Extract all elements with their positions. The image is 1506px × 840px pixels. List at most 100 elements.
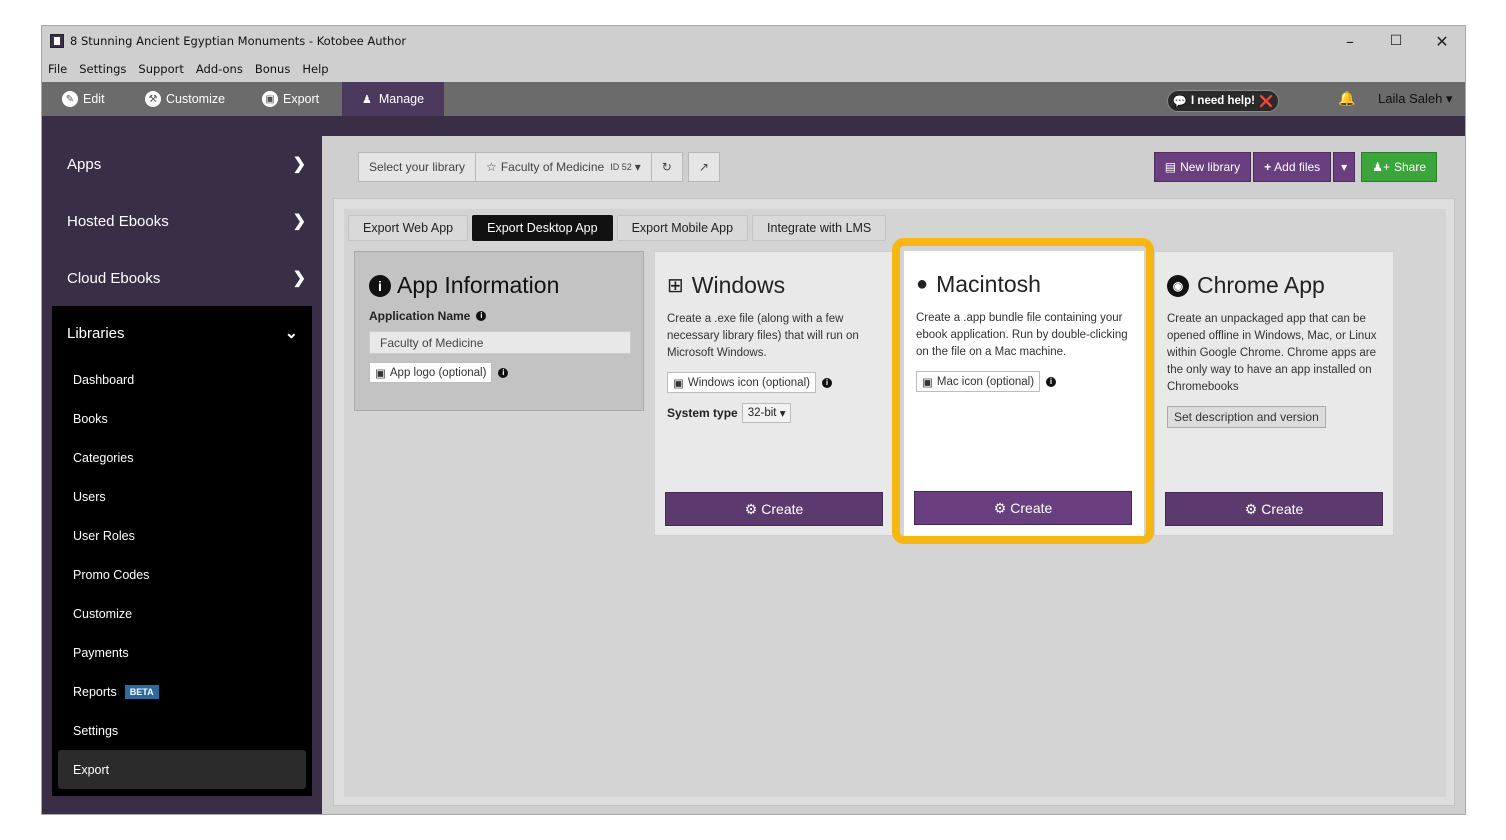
windows-card: ⊞ Windows Create a .exe file (along with… — [654, 251, 894, 536]
info-icon[interactable]: i — [498, 367, 509, 378]
chrome-icon: ◉ — [1167, 274, 1189, 297]
library-actions: ▤ New library + Add files ▾ ♟+ Share — [1153, 152, 1437, 182]
tab-integrate-lms[interactable]: Integrate with LMS — [752, 215, 887, 241]
library-id: ID 52 — [610, 162, 632, 172]
library-dropdown[interactable]: ☆ Faculty of Medicine ID 52 ▾ — [475, 152, 652, 182]
user-plus-icon: ♟+ — [1372, 160, 1390, 174]
sidebar-item-user-roles[interactable]: User Roles — [52, 516, 312, 555]
app-logo-icon — [50, 34, 64, 48]
menu-support[interactable]: Support — [138, 62, 183, 76]
refresh-button[interactable]: ↻ — [650, 152, 683, 182]
app-logo-button[interactable]: ▣ App logo (optional) — [369, 362, 493, 383]
plus-icon: + — [1264, 160, 1272, 174]
add-files-button[interactable]: + Add files — [1253, 152, 1332, 182]
chat-icon: 💬 — [1172, 96, 1188, 108]
caret-down-icon: ▾ — [1445, 91, 1453, 106]
sidebar-item-categories[interactable]: Categories — [52, 438, 312, 477]
new-library-label: New library — [1180, 160, 1241, 174]
set-description-button[interactable]: Set description and version — [1167, 406, 1326, 428]
chrome-description: Create an unpackaged app that can be ope… — [1167, 313, 1377, 393]
chrome-title: Chrome App — [1197, 272, 1325, 298]
application-name-input[interactable] — [369, 331, 631, 354]
windows-heading: ⊞ Windows — [667, 272, 881, 299]
app-information-heading: i App Information — [369, 272, 629, 299]
archive-icon: ▤ — [1164, 160, 1177, 174]
window-controls: – ☐ ✕ — [1327, 26, 1465, 56]
info-icon: i — [369, 274, 391, 297]
tab-customize-label: Customize — [166, 92, 226, 106]
chrome-heading: ◉ Chrome App — [1167, 272, 1381, 299]
tab-export[interactable]: ▣ Export — [262, 82, 319, 116]
tab-manage[interactable]: ♟ Manage — [342, 82, 445, 116]
caret-down-icon: ▾ — [1341, 160, 1348, 174]
info-icon[interactable]: i — [821, 377, 832, 388]
select-library-label: Select your library — [358, 152, 477, 182]
system-type-row: System type 32-bit ▾ — [667, 403, 881, 423]
system-type-value: 32-bit — [747, 407, 777, 419]
add-files-dropdown[interactable]: ▾ — [1333, 152, 1356, 182]
sidebar-item-customize[interactable]: Customize — [52, 594, 312, 633]
share-button[interactable]: ♟+ Share — [1361, 152, 1437, 182]
header-strip — [42, 116, 1465, 136]
library-name: Faculty of Medicine — [500, 160, 605, 174]
new-library-button[interactable]: ▤ New library — [1153, 152, 1252, 182]
chevron-right-icon: ❯ — [292, 156, 306, 173]
system-type-select[interactable]: 32-bit ▾ — [741, 403, 792, 423]
sidebar-item-label: Hosted Ebooks — [67, 212, 169, 230]
field-label-text: Application Name — [369, 309, 471, 323]
sidebar-item-export[interactable]: Export — [58, 750, 306, 789]
refresh-icon: ↻ — [661, 160, 672, 174]
sidebar-item-apps[interactable]: Apps ❯ — [42, 136, 322, 192]
info-icon[interactable]: i — [476, 311, 487, 321]
windows-create-button[interactable]: ⚙ Create — [665, 492, 883, 526]
tab-export-label: Export — [283, 92, 320, 106]
chrome-card: ◉ Chrome App Create an unpackaged app th… — [1154, 251, 1394, 536]
tab-edit-label: Edit — [83, 92, 105, 106]
windows-title: Windows — [691, 272, 786, 298]
share-label: Share — [1393, 160, 1426, 174]
libraries-section: Libraries ⌄ Dashboard Books Categories U… — [52, 306, 312, 796]
sidebar-item-label: Libraries — [67, 324, 125, 342]
sidebar-item-users[interactable]: Users — [52, 477, 312, 516]
sidebar-item-label: Apps — [67, 155, 102, 173]
pencil-icon: ✎ — [62, 91, 78, 107]
tab-export-web-app[interactable]: Export Web App — [348, 215, 469, 241]
open-external-button[interactable]: ↗ — [687, 152, 720, 182]
external-link-icon: ↗ — [698, 160, 709, 174]
tab-customize[interactable]: ⚒ Customize — [145, 82, 225, 116]
maximize-button[interactable]: ☐ — [1373, 26, 1419, 56]
sidebar-item-reports[interactable]: Reports BETA — [52, 672, 312, 711]
menu-settings[interactable]: Settings — [79, 62, 126, 76]
tab-export-mobile-app[interactable]: Export Mobile App — [616, 215, 749, 241]
user-menu[interactable]: Laila Saleh ▾ — [1378, 91, 1452, 107]
app-information-title: App Information — [397, 272, 560, 298]
windows-icon-button[interactable]: ▣ Windows icon (optional) — [667, 372, 816, 393]
menu-addons[interactable]: Add-ons — [196, 62, 243, 76]
menu-help[interactable]: Help — [302, 62, 328, 76]
sidebar-item-label: Reports — [73, 684, 117, 699]
menu-bonus[interactable]: Bonus — [255, 62, 291, 76]
sidebar-item-payments[interactable]: Payments — [52, 633, 312, 672]
menu-bar: File Settings Support Add-ons Bonus Help — [42, 56, 1465, 82]
sidebar-item-libraries[interactable]: Libraries ⌄ — [52, 306, 312, 360]
sidebar-item-hosted-ebooks[interactable]: Hosted Ebooks ❯ — [42, 193, 322, 249]
sidebar: Apps ❯ Hosted Ebooks ❯ Cloud Ebooks ❯ Li… — [42, 136, 322, 814]
app-window: 8 Stunning Ancient Egyptian Monuments - … — [41, 25, 1466, 815]
create-label: Create — [1261, 501, 1304, 517]
sidebar-item-books[interactable]: Books — [52, 399, 312, 438]
chrome-create-button[interactable]: ⚙ Create — [1165, 492, 1383, 526]
tab-edit[interactable]: ✎ Edit — [62, 82, 105, 116]
sidebar-item-dashboard[interactable]: Dashboard — [52, 360, 312, 399]
sidebar-item-cloud-ebooks[interactable]: Cloud Ebooks ❯ — [42, 250, 322, 306]
app-logo-label: App logo (optional) — [389, 366, 487, 379]
close-button[interactable]: ✕ — [1419, 26, 1465, 56]
menu-file[interactable]: File — [48, 62, 67, 76]
bell-icon[interactable]: 🔔 — [1338, 90, 1355, 107]
sidebar-item-promo-codes[interactable]: Promo Codes — [52, 555, 312, 594]
mac-highlight-frame — [892, 238, 1154, 544]
tab-manage-label: Manage — [378, 92, 425, 106]
help-button[interactable]: 💬 I need help! ❌ — [1167, 90, 1279, 112]
minimize-button[interactable]: – — [1327, 26, 1373, 56]
tab-export-desktop-app[interactable]: Export Desktop App — [472, 215, 613, 241]
sidebar-item-settings[interactable]: Settings — [52, 711, 312, 750]
